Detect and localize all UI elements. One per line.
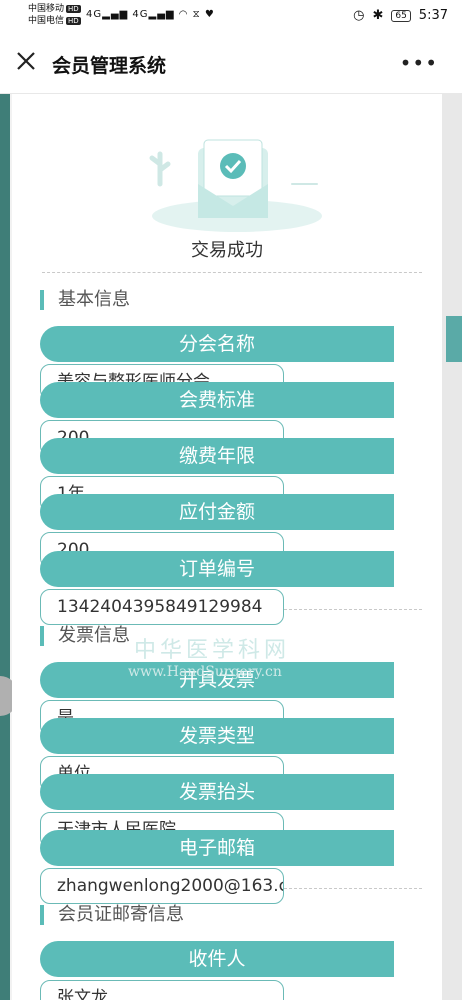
section-title-mailing: 会员证邮寄信息 [40,905,184,925]
left-edge [0,94,10,1000]
title-bar: 会员管理系统 ••• [0,33,462,94]
battery-icon: 65 [391,9,411,22]
success-message: 交易成功 [191,240,263,261]
network-label: 4G [86,9,103,20]
divider [284,609,422,610]
carrier-info: 中国移动 HD 中国电信 HD [28,3,81,27]
recipient-label: 收件人 [40,941,394,977]
invoice-title-label: 发票抬头 [40,774,394,810]
section-title-invoice: 发票信息 [40,626,130,646]
more-icon[interactable]: ••• [400,51,438,75]
carrier-1: 中国移动 [28,4,65,14]
signal-icon: 4G▂▄▆ 4G▂▄▆ ◠ ⧖ ♥ [86,9,215,20]
order-no-label: 订单编号 [40,551,394,587]
hd-badge: HD [66,5,81,13]
divider [284,888,422,889]
email-label: 电子邮箱 [40,830,394,866]
page-title: 会员管理系统 [52,55,167,77]
section-title-basic: 基本信息 [40,290,130,310]
alarm-icon: ◷ [353,8,365,23]
bluetooth-icon: ✱ [372,8,384,23]
status-right: ◷ ✱ 65 5:37 [353,8,448,23]
order-no-value: 1342404395849129984 [40,589,284,625]
watermark-title: 中华医学科网 [134,638,291,663]
status-bar: 中国移动 HD 中国电信 HD 4G▂▄▆ 4G▂▄▆ ◠ ⧖ ♥ ◷ ✱ 65 5… [0,0,462,33]
email-value: zhangwenlong2000@163.com [40,868,284,904]
recipient-value: 张文龙 [40,980,284,1000]
right-edge-tab [446,316,462,362]
carrier-2: 中国电信 [28,16,65,26]
battery-level: 65 [395,10,407,21]
amount-due-label: 应付金额 [40,494,394,530]
result-card: 交易成功 基本信息 美容与整形医师分会 分会名称 200 会费标准 1年 缴费年… [12,94,442,1000]
fee-standard-label: 会费标准 [40,382,394,418]
invoice-type-label: 发票类型 [40,718,394,754]
hd-badge: HD [66,17,81,25]
right-edge [442,94,462,1000]
divider [42,272,422,273]
close-icon[interactable] [14,49,38,73]
clock: 5:37 [418,8,448,23]
fee-years-label: 缴费年限 [40,438,394,474]
watermark-url: www.HandSurgery.cn [128,664,282,680]
success-illustration-icon [149,139,322,232]
branch-name-label: 分会名称 [40,326,394,362]
